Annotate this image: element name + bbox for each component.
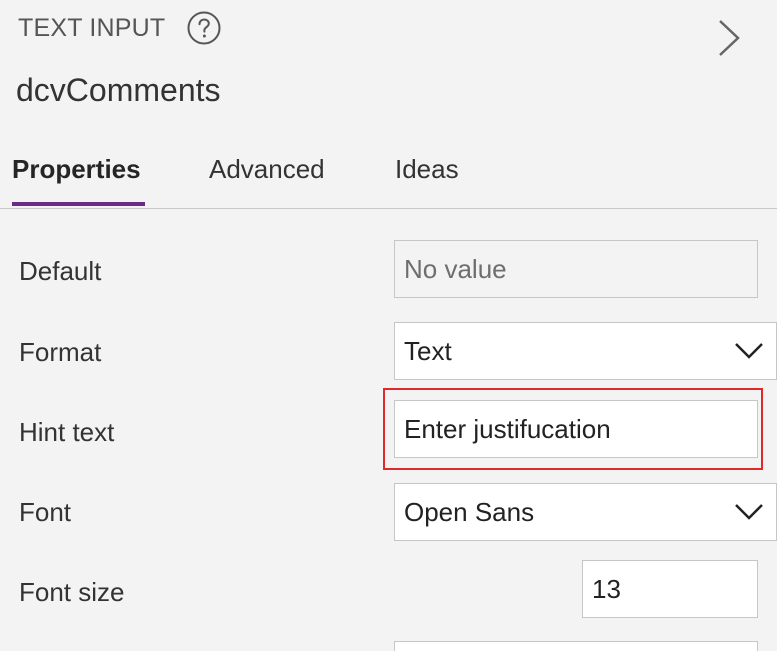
properties-panel: TEXT INPUT dcvComments Properties Advanc… [0,0,777,651]
chevron-down-icon [735,343,763,359]
chevron-down-icon [735,504,763,520]
format-selected-value: Text [404,335,452,366]
active-tab-indicator [12,202,145,206]
format-dropdown[interactable]: Text [394,322,777,380]
tab-properties[interactable]: Properties [12,154,141,185]
default-value-text: No value [404,253,507,284]
tab-bar: Properties Advanced Ideas [0,150,777,209]
control-name: dcvComments [16,72,221,108]
property-label-format: Format [19,337,102,367]
property-label-default: Default [19,256,102,286]
next-property-field[interactable] [394,641,758,651]
font-size-value: 13 [592,573,621,604]
chevron-right-icon[interactable] [716,18,744,58]
font-size-input[interactable]: 13 [582,560,758,618]
property-label-hint-text: Hint text [19,417,115,447]
tab-ideas[interactable]: Ideas [395,154,459,185]
property-label-font: Font [19,497,72,527]
control-type-row: TEXT INPUT [18,8,221,48]
font-selected-value: Open Sans [404,496,535,527]
hint-text-input[interactable]: Enter justifucation [394,400,758,458]
font-dropdown[interactable]: Open Sans [394,483,777,541]
question-circle-icon[interactable] [187,11,221,45]
hint-text-value: Enter justifucation [404,413,611,444]
tab-advanced[interactable]: Advanced [209,154,325,185]
property-label-font-size: Font size [19,577,125,607]
control-type-label: TEXT INPUT [18,13,166,42]
default-value-field[interactable]: No value [394,240,758,298]
